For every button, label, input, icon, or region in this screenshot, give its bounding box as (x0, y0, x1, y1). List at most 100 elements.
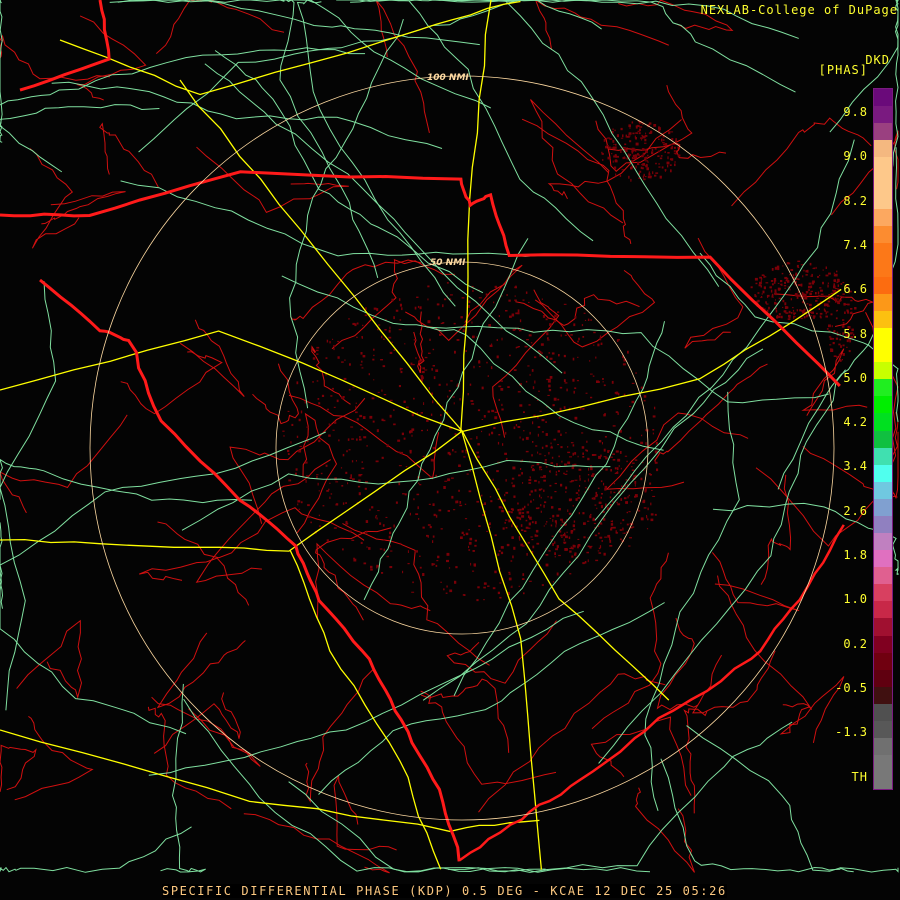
radar-echo-pixel (667, 152, 670, 154)
radar-echo-pixel (626, 511, 628, 514)
radar-echo-pixel (349, 530, 352, 533)
radar-echo-pixel (432, 348, 435, 351)
radar-echo-pixel (563, 354, 566, 358)
radar-echo-pixel (809, 311, 812, 313)
radar-echo-pixel (551, 535, 554, 537)
radar-echo-pixel (428, 503, 431, 505)
radar-echo-pixel (531, 454, 533, 457)
radar-echo-pixel (316, 474, 319, 476)
radar-echo-pixel (512, 329, 516, 331)
radar-echo-pixel (427, 320, 431, 324)
radar-echo-pixel (438, 509, 442, 512)
radar-echo-pixel (361, 367, 364, 369)
radar-echo-pixel (407, 550, 409, 553)
radar-echo-pixel (384, 329, 387, 331)
road (117, 0, 492, 109)
radar-echo-pixel (476, 436, 478, 440)
radar-echo-pixel (587, 520, 590, 522)
radar-echo-pixel (458, 489, 460, 492)
county-border (120, 351, 223, 415)
color-scale-step (874, 550, 892, 568)
color-scale-step (874, 225, 892, 243)
radar-echo-pixel (830, 292, 834, 295)
radar-echo-pixel (540, 343, 544, 346)
radar-echo-pixel (803, 316, 806, 319)
radar-echo-pixel (815, 292, 817, 295)
radar-echo-pixel (558, 508, 561, 511)
radar-echo-pixel (540, 504, 542, 507)
radar-echo-pixel (540, 496, 542, 499)
radar-echo-pixel (661, 138, 663, 142)
radar-echo-pixel (526, 511, 530, 514)
radar-echo-pixel (772, 283, 774, 286)
radar-echo-pixel (650, 130, 653, 134)
radar-echo-pixel (352, 478, 355, 480)
radar-echo-pixel (553, 397, 557, 401)
radar-echo-pixel (608, 146, 611, 149)
radar-echo-pixel (316, 353, 319, 355)
radar-echo-pixel (399, 298, 401, 301)
radar-echo-pixel (595, 491, 598, 495)
radar-echo-pixel (316, 346, 320, 349)
radar-echo-pixel (464, 594, 466, 596)
radar-echo-pixel (825, 315, 828, 318)
radar-echo-pixel (603, 456, 607, 458)
radar-echo-pixel (761, 296, 763, 298)
radar-echo-pixel (442, 322, 445, 324)
radar-echo-pixel (667, 156, 669, 160)
county-border (16, 619, 83, 700)
radar-echo-pixel (537, 451, 539, 454)
radar-echo-pixel (468, 541, 472, 545)
radar-echo-pixel (298, 450, 302, 453)
radar-echo-pixel (578, 494, 580, 496)
radar-echo-pixel (826, 305, 830, 307)
highways (0, 0, 842, 870)
radar-echo-pixel (381, 456, 384, 459)
radar-echo-pixel (545, 466, 548, 468)
county-border (99, 122, 159, 188)
radar-echo-pixel (564, 473, 568, 475)
radar-echo-pixel (526, 553, 528, 556)
radar-echo-pixel (658, 129, 661, 132)
radar-echo-pixel (602, 159, 604, 161)
radar-map[interactable] (0, 0, 900, 900)
radar-echo-pixel (515, 312, 519, 315)
radar-echo-pixel (560, 483, 563, 487)
radar-echo-pixel (820, 316, 822, 319)
radar-echo-pixel (770, 289, 773, 293)
radar-echo-pixel (754, 294, 756, 297)
radar-echo-pixel (447, 478, 451, 482)
radar-echo-pixel (496, 470, 499, 473)
radar-echo-pixel (490, 500, 493, 503)
radar-echo-pixel (600, 342, 603, 345)
radar-echo-pixel (549, 323, 552, 326)
radar-echo-pixel (468, 545, 470, 549)
radar-echo-pixel (483, 582, 487, 585)
radar-echo-pixel (398, 329, 402, 331)
county-border (333, 775, 397, 851)
radar-echo-pixel (592, 473, 595, 475)
radar-echo-pixel (412, 363, 415, 366)
radar-echo-pixel (514, 299, 517, 302)
radar-echo-pixel (832, 289, 834, 292)
radar-echo-pixel (432, 563, 436, 565)
radar-echo-pixel (647, 175, 651, 179)
radar-echo-pixel (833, 330, 836, 333)
radar-echo-pixel (818, 295, 821, 297)
radar-echo-pixel (656, 468, 659, 472)
radar-echo-pixel (518, 535, 521, 538)
radar-echo-pixel (811, 281, 815, 285)
radar-echo-pixel (478, 366, 481, 368)
radar-echo-pixel (347, 438, 350, 441)
radar-echo-pixel (622, 134, 624, 138)
radar-echo-pixel (494, 534, 497, 537)
radar-echo-pixel (761, 278, 763, 280)
radar-echo-pixel (369, 415, 373, 419)
radar-echo-pixel (494, 416, 498, 420)
county-border (760, 474, 792, 585)
radar-echo-pixel (837, 284, 839, 287)
radar-echo-pixel (395, 309, 399, 312)
radar-echo-pixel (487, 410, 490, 413)
radar-echo-pixel (554, 541, 556, 544)
radar-echo-pixel (549, 357, 553, 360)
